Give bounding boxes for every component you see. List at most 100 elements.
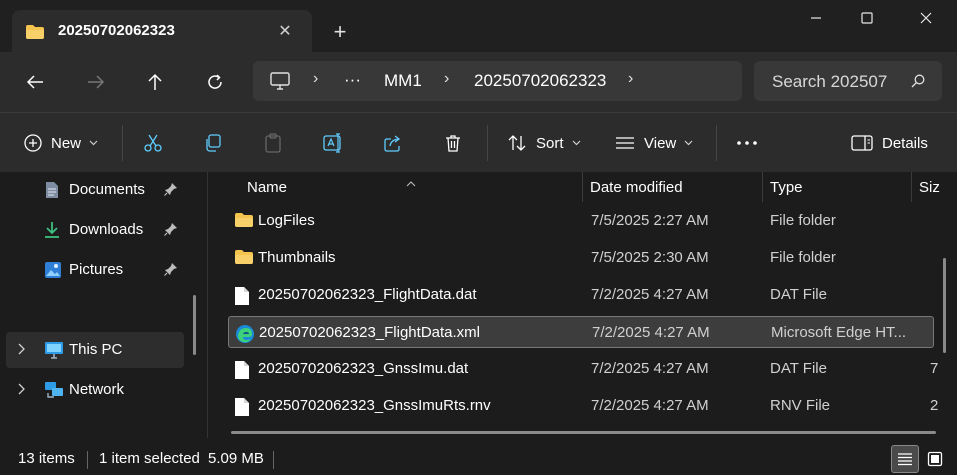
status-divider [87, 451, 88, 469]
search-icon[interactable] [911, 74, 925, 92]
delete-button[interactable] [443, 129, 463, 157]
edge-icon [235, 324, 255, 348]
cut-button[interactable] [143, 129, 163, 157]
copy-icon [206, 134, 221, 152]
search-placeholder[interactable]: Search 202507 [772, 72, 887, 92]
column-header-size[interactable]: Siz [912, 172, 957, 202]
breadcrumb-separator[interactable]: › [444, 70, 449, 88]
downloads-icon [44, 221, 60, 243]
address-bar[interactable]: › ··· MM1 › 20250702062323 › [253, 61, 742, 101]
file-row[interactable]: 20250702062323_GnssImuRts.rnv 7/2/2025 4… [228, 390, 938, 422]
title-bar: 20250702062323 ✕ + [0, 0, 957, 52]
tab-current[interactable]: 20250702062323 ✕ [12, 10, 312, 52]
sidebar-item-network[interactable]: Network [6, 372, 184, 408]
details-pane-button[interactable]: Details [851, 129, 928, 157]
sort-button[interactable]: Sort [507, 129, 581, 157]
sidebar-item-this-pc[interactable]: This PC [6, 332, 184, 368]
refresh-icon [208, 74, 222, 89]
chevron-right-icon[interactable] [18, 383, 26, 398]
clipboard-icon [265, 133, 281, 153]
file-type: Microsoft Edge HT... [771, 324, 907, 341]
share-icon [384, 135, 401, 152]
rename-button[interactable] [323, 129, 345, 157]
maximize-button[interactable] [844, 6, 890, 34]
breadcrumb-overflow[interactable]: ··· [344, 70, 361, 90]
vertical-scrollbar[interactable] [943, 258, 946, 353]
file-row[interactable]: Thumbnails 7/5/2025 2:30 AM File folder [228, 242, 934, 274]
sidebar-item-documents[interactable]: Documents [6, 172, 184, 208]
search-box[interactable]: Search 202507 [754, 61, 942, 101]
file-row[interactable]: 20250702062323_GnssImu.dat 7/2/2025 4:27… [228, 353, 938, 385]
selection-size: 5.09 MB [208, 450, 264, 467]
close-icon [920, 12, 932, 24]
column-header-type[interactable]: Type [763, 172, 911, 202]
navigation-bar: › ··· MM1 › 20250702062323 › Search 2025… [0, 52, 957, 112]
up-button[interactable] [139, 66, 171, 98]
file-date: 7/2/2025 4:27 AM [592, 324, 710, 341]
back-button[interactable] [19, 66, 51, 98]
file-date: 7/5/2025 2:27 AM [591, 212, 709, 229]
details-view-button[interactable] [891, 445, 919, 473]
thumbnail-view-button[interactable] [921, 445, 949, 473]
breadcrumb-separator[interactable]: › [628, 70, 633, 88]
sidebar-item-label: Downloads [69, 221, 144, 238]
column-size-label: Siz [919, 179, 940, 196]
rename-icon [323, 133, 341, 153]
column-header-date-modified[interactable]: Date modified [583, 172, 761, 202]
chevron-down-icon [572, 138, 581, 149]
close-window-button[interactable] [903, 6, 949, 34]
item-count: 13 items [18, 450, 75, 467]
file-name: 20250702062323_GnssImu.dat [258, 360, 469, 377]
sidebar-scrollbar[interactable] [193, 295, 196, 355]
tab-close-button[interactable]: ✕ [274, 21, 296, 43]
file-icon [234, 286, 250, 310]
pin-icon[interactable] [164, 262, 178, 280]
share-button[interactable] [383, 129, 403, 157]
column-type-label: Type [770, 179, 803, 196]
arrow-right-icon [88, 75, 105, 89]
file-name: 20250702062323_GnssImuRts.rnv [258, 397, 491, 414]
tab-title: 20250702062323 [58, 22, 175, 39]
forward-button[interactable] [80, 66, 112, 98]
more-icon [737, 141, 757, 145]
file-row[interactable]: LogFiles 7/5/2025 2:27 AM File folder [228, 205, 934, 237]
details-pane-icon [851, 135, 873, 151]
file-name: Thumbnails [258, 249, 336, 266]
minimize-icon [811, 17, 821, 19]
file-type: File folder [770, 212, 836, 229]
breadcrumb-mm1[interactable]: MM1 [384, 71, 422, 91]
sidebar-item-downloads[interactable]: Downloads [6, 212, 184, 248]
chevron-right-icon[interactable] [18, 343, 26, 358]
sidebar-item-label: Documents [69, 181, 145, 198]
copy-button[interactable] [203, 129, 223, 157]
pin-icon[interactable] [164, 222, 178, 240]
file-name: 20250702062323_FlightData.dat [258, 286, 477, 303]
view-button[interactable]: View [615, 129, 693, 157]
view-label: View [644, 134, 677, 152]
file-type: RNV File [770, 397, 831, 414]
sort-icon [508, 135, 526, 151]
sidebar-item-pictures[interactable]: Pictures [6, 252, 184, 288]
file-row-selected[interactable]: 20250702062323_FlightData.xml 7/2/2025 4… [228, 316, 934, 348]
column-name-label: Name [247, 179, 288, 196]
folder-icon [234, 212, 254, 232]
pictures-icon [44, 261, 62, 283]
trash-icon [446, 135, 460, 152]
file-row[interactable]: 20250702062323_FlightData.dat 7/2/2025 4… [228, 279, 934, 311]
new-tab-button[interactable]: + [326, 18, 354, 46]
see-more-button[interactable] [736, 129, 758, 157]
file-name: LogFiles [258, 212, 315, 229]
horizontal-scrollbar[interactable] [231, 431, 936, 434]
file-date: 7/2/2025 4:27 AM [591, 286, 709, 303]
minimize-button[interactable] [793, 6, 839, 34]
thumbnail-view-icon [927, 451, 943, 467]
pin-icon[interactable] [164, 182, 178, 200]
plus-circle-icon [24, 134, 42, 152]
refresh-button[interactable] [199, 66, 231, 98]
column-header-name[interactable]: Name [208, 172, 582, 202]
toolbar-divider [487, 125, 488, 161]
breadcrumb-current-folder[interactable]: 20250702062323 [474, 71, 606, 91]
new-button[interactable]: New [24, 129, 98, 157]
breadcrumb-separator[interactable]: › [313, 70, 318, 88]
paste-button[interactable] [263, 129, 283, 157]
